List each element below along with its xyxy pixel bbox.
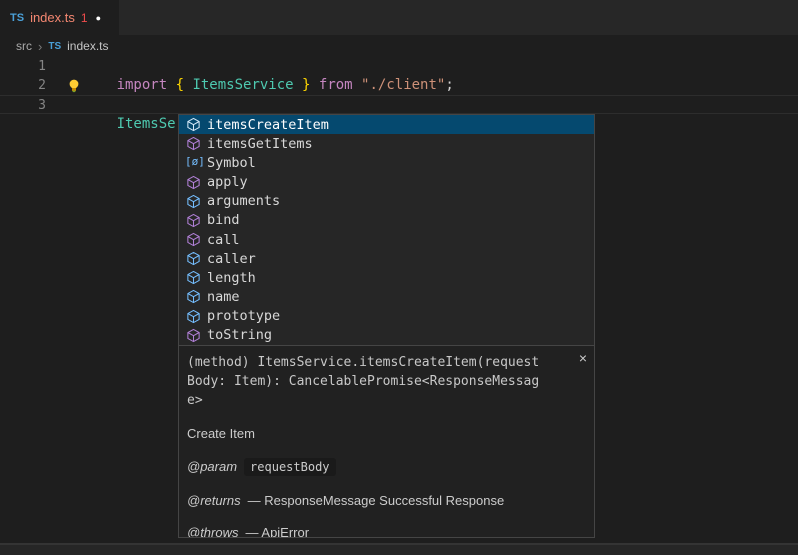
- suggestion-label: itemsGetItems: [207, 136, 313, 152]
- symbol-field-icon: [ø]: [185, 155, 201, 171]
- doc-throws-row: @throws — ApiError: [187, 525, 568, 537]
- symbol-method-cube-icon: [185, 136, 201, 152]
- throws-tag: @throws: [187, 525, 239, 537]
- suggestion-label: arguments: [207, 193, 280, 209]
- typescript-file-icon: TS: [10, 12, 24, 24]
- symbol-method-cube-icon: [185, 327, 201, 343]
- intellisense-suggest-widget: [ø] itemsCreateItem [ø] itemsGetItems [ø…: [178, 114, 595, 538]
- breadcrumb-file[interactable]: index.ts: [67, 39, 108, 53]
- symbol-method-cube-icon: [185, 212, 201, 228]
- throws-text: — ApiError: [246, 525, 310, 537]
- symbol-method-cube-icon: [185, 232, 201, 248]
- tab-bar: TS index.ts 1 ●: [0, 0, 798, 35]
- returns-tag: @returns: [187, 493, 241, 508]
- suggestion-item[interactable]: [ø] itemsGetItems: [179, 134, 594, 153]
- suggestion-label: length: [207, 270, 256, 286]
- suggestion-label: apply: [207, 174, 248, 190]
- suggestion-item[interactable]: [ø] prototype: [179, 307, 594, 326]
- doc-param-row: @param requestBody: [187, 458, 568, 476]
- suggestion-label: call: [207, 232, 240, 248]
- breadcrumb-folder[interactable]: src: [16, 39, 32, 53]
- doc-summary: Create Item: [187, 426, 568, 441]
- suggestion-item[interactable]: [ø] name: [179, 287, 594, 306]
- suggestion-item[interactable]: [ø] arguments: [179, 192, 594, 211]
- tab-error-count-badge: 1: [81, 11, 88, 25]
- param-tag: @param: [187, 459, 237, 474]
- lightbulb-quickfix-icon[interactable]: [68, 79, 80, 93]
- param-code-badge: requestBody: [244, 458, 335, 476]
- code-line-2[interactable]: 2: [0, 76, 798, 95]
- bottom-panel-edge: [0, 545, 798, 555]
- suggestion-docs-panel: × (method) ItemsService.itemsCreateItem(…: [179, 345, 594, 537]
- breadcrumb: src › TS index.ts: [0, 35, 798, 57]
- line-number: 2: [0, 76, 46, 95]
- suggestion-item[interactable]: [ø] bind: [179, 211, 594, 230]
- symbol-property-cube-icon: [185, 251, 201, 267]
- suggestion-list: [ø] itemsCreateItem [ø] itemsGetItems [ø…: [179, 115, 594, 345]
- chevron-right-icon: ›: [38, 39, 42, 54]
- tab-label: index.ts: [30, 10, 75, 25]
- modified-dot-icon[interactable]: ●: [96, 13, 101, 23]
- typescript-file-icon: TS: [48, 41, 61, 52]
- symbol-method-cube-icon: [185, 174, 201, 190]
- suggestion-item[interactable]: [ø] itemsCreateItem: [179, 115, 594, 134]
- symbol-property-cube-icon: [185, 289, 201, 305]
- line-number: 1: [0, 57, 46, 76]
- suggestion-item[interactable]: [ø] Symbol: [179, 153, 594, 172]
- suggestion-label: name: [207, 289, 240, 305]
- suggestion-item[interactable]: [ø] call: [179, 230, 594, 249]
- code-line-1[interactable]: 1import { ItemsService } from "./client"…: [0, 57, 798, 76]
- suggestion-label: caller: [207, 251, 256, 267]
- code-editor[interactable]: 1import { ItemsService } from "./client"…: [0, 57, 798, 114]
- doc-returns-row: @returns — ResponseMessage Successful Re…: [187, 493, 568, 508]
- suggestion-label: Symbol: [207, 155, 256, 171]
- tab-index-ts[interactable]: TS index.ts 1 ●: [0, 0, 119, 35]
- vscode-window: TS index.ts 1 ● src › TS index.ts 1impor…: [0, 0, 798, 555]
- symbol-property-cube-icon: [185, 193, 201, 209]
- symbol-property-cube-icon: [185, 308, 201, 324]
- suggestion-item[interactable]: [ø] toString: [179, 326, 594, 345]
- suggestion-label: toString: [207, 327, 272, 343]
- symbol-property-cube-icon: [185, 270, 201, 286]
- method-signature: (method) ItemsService.itemsCreateItem(re…: [187, 353, 539, 410]
- suggestion-label: prototype: [207, 308, 280, 324]
- suggestion-item[interactable]: [ø] length: [179, 268, 594, 287]
- suggestion-item[interactable]: [ø] apply: [179, 172, 594, 191]
- returns-text: — ResponseMessage Successful Response: [248, 493, 505, 508]
- suggestion-label: bind: [207, 212, 240, 228]
- code-line-3-current[interactable]: 3ItemsService.: [0, 95, 798, 114]
- suggestion-item[interactable]: [ø] caller: [179, 249, 594, 268]
- line-number: 3: [0, 96, 46, 115]
- suggestion-label: itemsCreateItem: [207, 117, 329, 133]
- close-icon[interactable]: ×: [579, 351, 587, 365]
- symbol-method-cube-icon: [185, 117, 201, 133]
